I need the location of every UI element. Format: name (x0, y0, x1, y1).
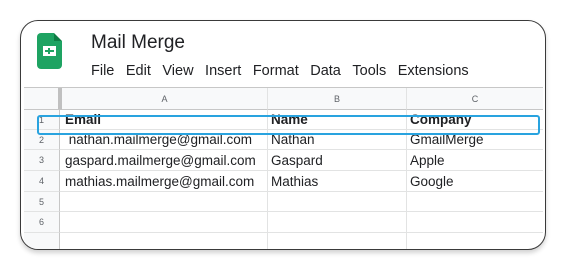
row-header[interactable]: 6 (24, 212, 60, 233)
cell-b2[interactable]: Nathan (268, 130, 407, 150)
cell-c3[interactable]: Apple (407, 150, 543, 171)
menu-insert[interactable]: Insert (205, 63, 241, 83)
cell-a3[interactable]: gaspard.mailmerge@gmail.com (60, 150, 268, 171)
menu-bar: File Edit View Insert Format Data Tools … (91, 63, 480, 83)
table-row: 4 mathias.mailmerge@gmail.com Mathias Go… (24, 171, 543, 192)
cell-b3[interactable]: Gaspard (268, 150, 407, 171)
table-row: 3 gaspard.mailmerge@gmail.com Gaspard Ap… (24, 150, 543, 171)
column-header-row: A B C (24, 88, 543, 110)
table-row: 5 (24, 192, 543, 212)
row-header[interactable] (24, 233, 60, 249)
cell-c1[interactable]: Company (407, 110, 543, 130)
cell-b6[interactable] (268, 212, 407, 233)
column-header-a[interactable]: A (62, 88, 268, 110)
select-all-corner[interactable] (24, 88, 62, 110)
spreadsheet-grid: A B C 1 Email Name Company 2 nathan.mail… (24, 87, 543, 249)
cell-b5[interactable] (268, 192, 407, 212)
table-row (24, 233, 543, 249)
row-header[interactable]: 2 (24, 130, 60, 150)
document-title[interactable]: Mail Merge (91, 32, 185, 54)
column-header-c[interactable]: C (407, 88, 543, 110)
cell-a6[interactable] (60, 212, 268, 233)
cell-c2[interactable]: GmailMerge (407, 130, 543, 150)
cell-a2[interactable]: nathan.mailmerge@gmail.com (60, 130, 268, 150)
cell-b7[interactable] (268, 233, 407, 249)
menu-data[interactable]: Data (310, 63, 341, 83)
column-header-b[interactable]: B (268, 88, 407, 110)
menu-extensions[interactable]: Extensions (398, 63, 469, 83)
cell-a7[interactable] (60, 233, 268, 249)
row-header[interactable]: 1 (24, 110, 60, 130)
cell-a5[interactable] (60, 192, 268, 212)
cell-c7[interactable] (407, 233, 543, 249)
table-row: 6 (24, 212, 543, 233)
cell-b4[interactable]: Mathias (268, 171, 407, 192)
menu-edit[interactable]: Edit (126, 63, 151, 83)
cell-c4[interactable]: Google (407, 171, 543, 192)
cell-a1[interactable]: Email (60, 110, 268, 130)
cell-b1[interactable]: Name (268, 110, 407, 130)
cell-c5[interactable] (407, 192, 543, 212)
cell-a4[interactable]: mathias.mailmerge@gmail.com (60, 171, 268, 192)
menu-format[interactable]: Format (253, 63, 299, 83)
app-window: Mail Merge File Edit View Insert Format … (20, 20, 546, 250)
cell-c6[interactable] (407, 212, 543, 233)
menu-tools[interactable]: Tools (352, 63, 386, 83)
google-sheets-icon[interactable] (37, 33, 62, 69)
table-row: 1 Email Name Company (24, 110, 543, 130)
menu-view[interactable]: View (162, 63, 193, 83)
row-header[interactable]: 4 (24, 171, 60, 192)
table-row: 2 nathan.mailmerge@gmail.com Nathan Gmai… (24, 130, 543, 150)
menu-file[interactable]: File (91, 63, 114, 83)
row-header[interactable]: 3 (24, 150, 60, 171)
row-header[interactable]: 5 (24, 192, 60, 212)
